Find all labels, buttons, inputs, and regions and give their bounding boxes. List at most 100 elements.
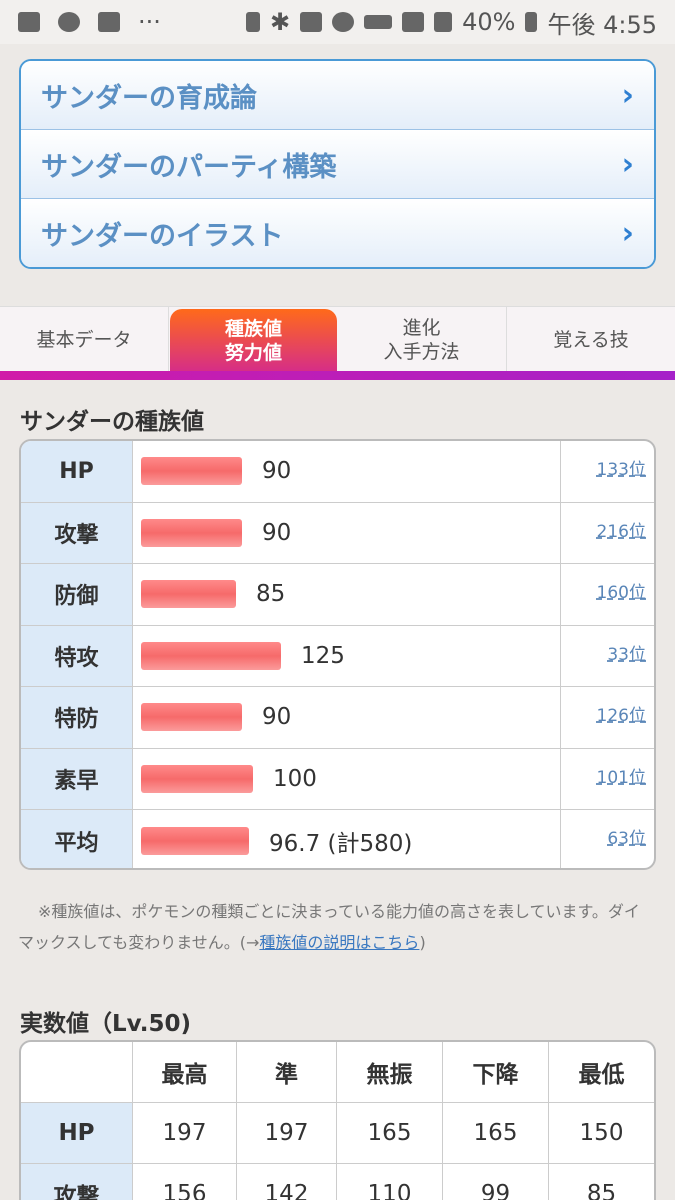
stats-title: サンダーの種族値: [20, 409, 204, 435]
actual-row: 攻撃 156 142 110 99 85: [21, 1164, 654, 1200]
row-header: 攻撃: [21, 1164, 133, 1200]
stat-bar-cell: 90: [133, 441, 561, 502]
stat-bar-cell: 96.7 (計580): [133, 810, 561, 868]
stat-name: 攻撃: [21, 502, 133, 563]
wifi-icon: [402, 12, 425, 32]
tab-evolution[interactable]: 進化 入手方法: [337, 307, 507, 373]
battery-icon: [525, 12, 538, 32]
tab-label-2: 入手方法: [383, 341, 460, 363]
chevron-right-icon: ›: [621, 77, 634, 113]
stat-value: 90: [262, 519, 292, 546]
related-links-list: サンダーの育成論 › サンダーのパーティ構築 › サンダーのイラスト ›: [19, 59, 656, 269]
column-header: 最高: [133, 1042, 237, 1102]
column-header: 下降: [443, 1042, 549, 1102]
discord-icon: [98, 12, 120, 32]
chevron-right-icon: ›: [621, 216, 634, 251]
actual-value-cell: 99: [443, 1164, 549, 1200]
actual-value-cell: 165: [337, 1103, 443, 1163]
column-header: [21, 1042, 133, 1102]
stat-bar: [141, 641, 281, 670]
gallery-icon: [18, 12, 40, 32]
stat-name: 特防: [21, 687, 133, 748]
stat-name: HP: [21, 441, 133, 502]
stat-bar: [141, 457, 242, 486]
stat-name: 特攻: [21, 625, 133, 686]
volte-icon: [364, 15, 393, 29]
actual-values-table: 最高準無振 下降 最低 HP 197 197 165 165 150 攻撃 156 142 110 99 8…: [19, 1040, 656, 1200]
stat-value: 85: [256, 581, 286, 608]
column-header: 無振: [337, 1042, 443, 1102]
tab-base-stats[interactable]: 種族値 努力値: [170, 309, 337, 373]
link-label: サンダーの育成論: [41, 82, 257, 114]
alarm-icon: [332, 12, 355, 32]
actual-value-cell: 110: [337, 1164, 443, 1200]
note-tail: ): [419, 933, 426, 952]
actual-row: HP 197 197 165 165 150: [21, 1103, 654, 1164]
actual-header-row: 最高準無振 下降 最低: [21, 1042, 654, 1103]
link-label: サンダーのイラスト: [41, 221, 284, 252]
stat-name: 平均: [21, 810, 133, 868]
actual-value-cell: 165: [443, 1103, 549, 1163]
stat-bar: [141, 580, 236, 609]
stat-bar: [141, 826, 249, 855]
stat-rank-link[interactable]: 160位: [561, 564, 654, 625]
stat-rank-link[interactable]: 101位: [561, 749, 654, 810]
stat-row: 特攻 125 33位: [21, 625, 654, 687]
stat-bar: [141, 518, 242, 547]
battery-saver-icon: [246, 12, 261, 32]
stats-note: ※種族値は、ポケモンの種類ごとに決まっている能力値の高さを表しています。ダイマッ…: [18, 896, 648, 958]
stat-bar-cell: 85: [133, 564, 561, 625]
row-header: HP: [21, 1103, 133, 1163]
battery-percent: 40%: [462, 8, 516, 36]
actual-value-cell: 197: [133, 1103, 237, 1163]
link-illust[interactable]: サンダーのイラスト ›: [21, 199, 654, 267]
stat-rank-link[interactable]: 33位: [561, 626, 654, 687]
actual-value-cell: 197: [237, 1103, 337, 1163]
stat-value: 90: [262, 704, 292, 731]
stat-value: 90: [262, 458, 292, 485]
actual-value-cell: 85: [586, 1181, 617, 1200]
status-bar: ··· ✱ 40% 午後 4:55: [0, 0, 675, 44]
actual-value-cell: 156: [133, 1164, 237, 1200]
stat-rank-link[interactable]: 126位: [561, 687, 654, 748]
tab-basic-data[interactable]: 基本データ: [0, 307, 169, 373]
stat-row: 攻撃 90 216位: [21, 502, 654, 564]
more-notifications-icon: ···: [138, 8, 161, 36]
stat-row: 防御 85 160位: [21, 564, 654, 626]
actual-values-title: 実数値（Lv.50): [20, 1011, 192, 1037]
chevron-right-icon: ›: [621, 146, 634, 182]
stat-row: 素早 100 101位: [21, 748, 654, 810]
stat-bar-cell: 100: [133, 748, 561, 809]
stat-value: 96.7 (計580): [269, 830, 413, 857]
actual-value-cell: 142: [237, 1164, 337, 1200]
tab-underline: [0, 371, 675, 380]
stat-rank-link[interactable]: 63位: [561, 810, 654, 868]
stat-name: 素早: [21, 748, 133, 809]
link-party[interactable]: サンダーのパーティ構築 ›: [21, 130, 654, 199]
tab-label-2: 努力値: [224, 342, 282, 364]
clock: 午後 4:55: [547, 10, 657, 39]
stat-rank-link[interactable]: 216位: [561, 503, 654, 564]
stat-bar-cell: 90: [133, 502, 561, 563]
mute-icon: [300, 12, 323, 32]
stat-row: HP 90 133位: [21, 441, 654, 503]
tab-label: 進化: [402, 317, 441, 339]
bluetooth-icon: ✱: [270, 8, 291, 36]
tab-label: 覚える技: [553, 329, 629, 351]
stat-rank-link[interactable]: 133位: [561, 441, 654, 502]
stat-bar: [141, 764, 253, 793]
stat-row: 平均 96.7 (計580) 63位: [21, 810, 654, 868]
stat-bar: [141, 703, 242, 732]
link-ikuseiron[interactable]: サンダーの育成論 ›: [21, 61, 654, 130]
note-link[interactable]: 種族値の説明はこちら: [259, 933, 419, 952]
stat-bar-cell: 125: [133, 625, 561, 686]
stat-row: 特防 90 126位: [21, 687, 654, 749]
column-header: 最低: [578, 1062, 625, 1088]
message-icon: [58, 12, 80, 32]
tab-moves[interactable]: 覚える技: [507, 307, 675, 373]
link-label: サンダーのパーティ構築: [41, 151, 337, 183]
signal-icon: [434, 12, 453, 32]
stat-value: 125: [301, 642, 345, 669]
section-tabs: 基本データ 種族値 努力値 進化 入手方法 覚える技: [0, 306, 675, 380]
tab-label: 基本データ: [36, 329, 132, 351]
